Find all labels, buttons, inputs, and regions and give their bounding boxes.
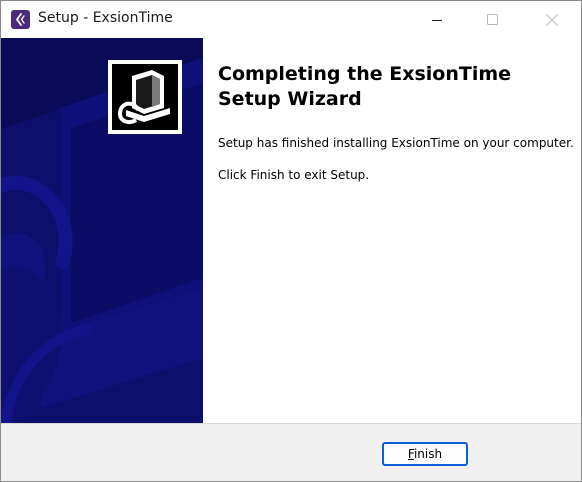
finish-button-label: Finish xyxy=(408,447,442,461)
exit-instruction-text: Click Finish to exit Setup. xyxy=(218,168,370,182)
wizard-footer: Finish xyxy=(1,423,581,481)
close-icon xyxy=(546,14,558,26)
maximize-icon xyxy=(487,14,498,25)
wizard-heading: Completing the ExsionTime Setup Wizard xyxy=(218,63,512,110)
finish-button[interactable]: Finish xyxy=(382,442,468,466)
maximize-button[interactable] xyxy=(465,1,521,38)
minimize-button[interactable] xyxy=(409,1,465,38)
finish-label-rest: inish xyxy=(413,447,443,461)
minimize-icon xyxy=(432,20,442,21)
app-icon xyxy=(11,10,30,29)
computer-setup-icon xyxy=(108,60,182,134)
close-button[interactable] xyxy=(523,1,581,38)
install-finished-text: Setup has finished installing ExsionTime… xyxy=(218,136,574,150)
title-bar: Setup - ExsionTime xyxy=(1,1,581,38)
window-title: Setup - ExsionTime xyxy=(38,10,173,26)
wizard-banner-image xyxy=(1,38,203,423)
setup-window: Setup - ExsionTime Completing the Exsion… xyxy=(0,0,582,482)
